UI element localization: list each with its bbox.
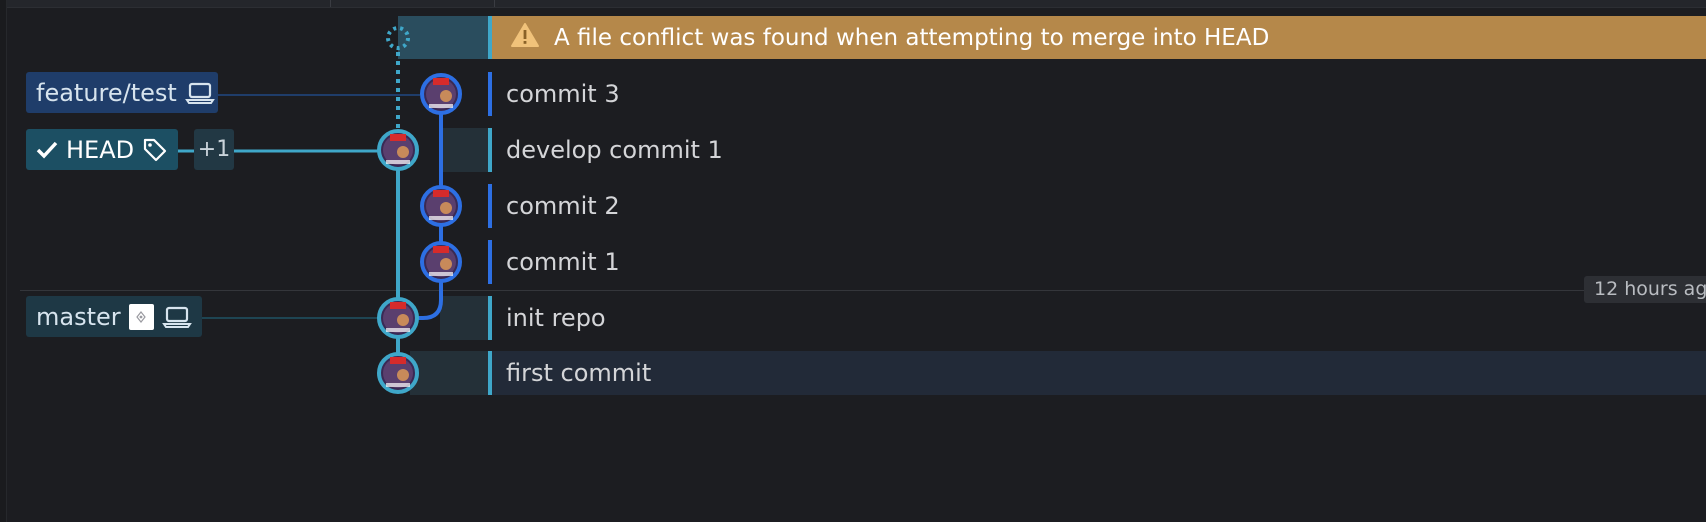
identicon-icon — [128, 303, 154, 330]
branch-ref-head[interactable]: HEAD — [26, 129, 178, 170]
laptop-icon — [184, 81, 215, 105]
more-refs-count: +1 — [197, 137, 231, 162]
checkmark-icon — [36, 140, 58, 160]
wip-node[interactable] — [386, 26, 410, 50]
head-label: HEAD — [66, 135, 135, 164]
branch-ref-master[interactable]: master — [26, 296, 202, 337]
commit-message[interactable]: commit 2 — [506, 184, 620, 228]
commit-message[interactable]: init repo — [506, 296, 606, 340]
more-refs-badge[interactable]: +1 — [194, 129, 234, 170]
time-marker-badge: 12 hours ago — [1584, 276, 1706, 303]
branch-label: feature/test — [36, 78, 177, 107]
commit-message[interactable]: commit 3 — [506, 72, 620, 116]
conflict-message: A file conflict was found when attemptin… — [554, 24, 1270, 51]
laptop-icon — [162, 305, 192, 329]
commit-message[interactable]: develop commit 1 — [506, 128, 723, 172]
merge-conflict-banner[interactable]: A file conflict was found when attemptin… — [490, 16, 1706, 59]
commit-message[interactable]: first commit — [506, 351, 651, 395]
selected-row-background — [490, 351, 1706, 395]
commit-avatar[interactable] — [420, 241, 462, 283]
commit-message[interactable]: commit 1 — [506, 240, 620, 284]
branch-label: master — [36, 302, 121, 331]
commit-avatar[interactable] — [420, 73, 462, 115]
tag-icon — [142, 137, 168, 163]
ref-column: feature/test HEAD +1 master — [26, 0, 386, 522]
commit-avatar[interactable] — [420, 185, 462, 227]
branch-ref-feature-test[interactable]: feature/test — [26, 72, 218, 113]
warning-icon — [510, 22, 540, 54]
